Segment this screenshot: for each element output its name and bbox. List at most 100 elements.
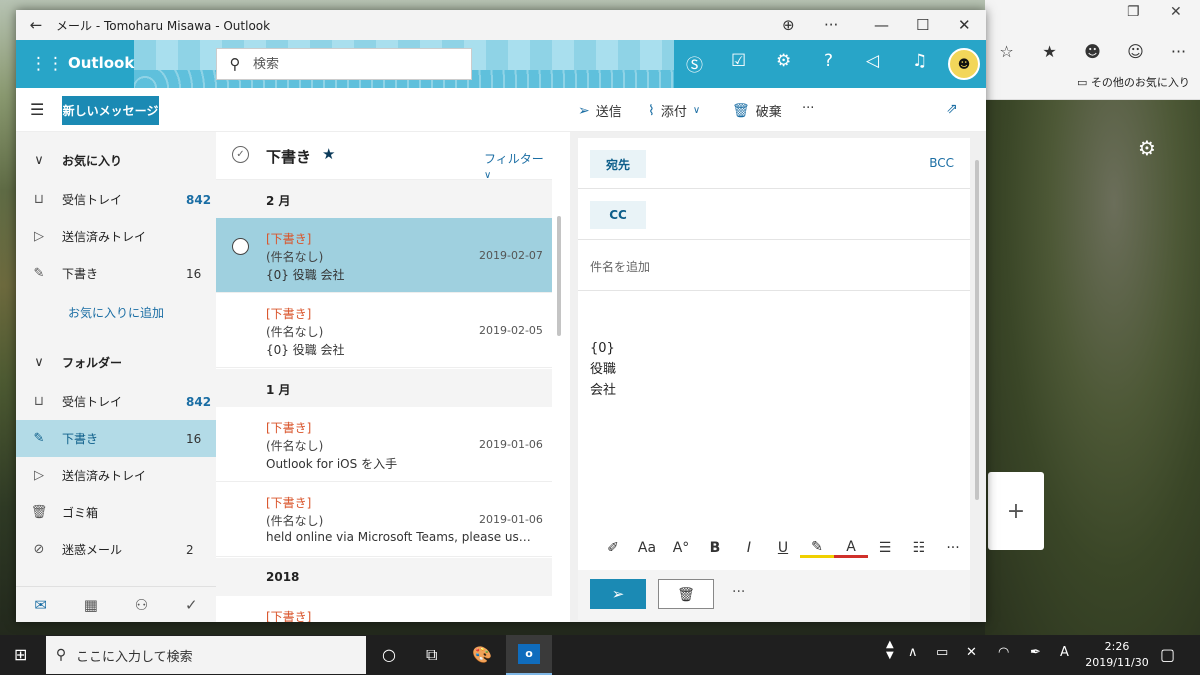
favorites-section[interactable]: ∨ お気に入り <box>16 142 216 179</box>
bell-icon[interactable]: ♫ <box>912 51 927 71</box>
outlook-taskbar-button[interactable]: o <box>506 635 552 675</box>
more-icon[interactable]: ··· <box>1157 42 1200 61</box>
list-item[interactable]: [下書き] (件名なし) 2019-02-05 {0} 役職 会社 <box>216 293 552 368</box>
highlight-icon[interactable]: ✎ <box>800 539 834 558</box>
send-button[interactable]: ➢ <box>590 579 646 609</box>
to-button[interactable]: 宛先 <box>590 150 646 178</box>
message-date: 2019-02-07 <box>479 249 543 262</box>
star-icon[interactable]: ★ <box>322 145 335 163</box>
sidebar-item-drafts[interactable]: ✎ 下書き 16 <box>16 420 216 457</box>
sidebar-item-trash[interactable]: 🗑 ゴミ箱 <box>16 494 216 531</box>
list-item[interactable]: [下書き] <box>216 596 552 622</box>
restore-icon[interactable]: ❐ <box>1127 4 1140 20</box>
sidebar-item-label: 迷惑メール <box>62 543 123 557</box>
todo-check-icon[interactable]: ✓ <box>185 596 198 614</box>
message-body[interactable]: {0} 役職 会社 <box>590 338 616 401</box>
bold-icon[interactable]: B <box>698 540 732 556</box>
search-box[interactable]: ⚲ <box>216 48 472 80</box>
sidebar-item-fav-drafts[interactable]: ✎ 下書き 16 <box>16 255 216 292</box>
ime-mode-icon[interactable]: A <box>1060 645 1069 660</box>
show-hidden-icons-icon[interactable]: ∧ <box>908 645 918 660</box>
avatar[interactable]: ☻ <box>948 48 980 80</box>
font-color-icon[interactable]: A <box>834 539 868 558</box>
paint-app-icon[interactable]: 🎨 <box>472 645 492 664</box>
gear-icon[interactable]: ⚙ <box>1138 136 1156 160</box>
popout-icon[interactable]: ⇗ <box>946 101 958 117</box>
people-icon[interactable]: ⚇ <box>135 596 148 614</box>
sidebar-item-sent[interactable]: ▷ 送信済みトレイ <box>16 457 216 494</box>
paperclip-icon: ⌇ <box>648 102 655 119</box>
subject-row[interactable]: 件名を追加 <box>578 240 970 291</box>
emoji-feedback-icon[interactable]: ☺ <box>1114 42 1157 61</box>
zoom-icon[interactable]: ⊕ <box>782 16 795 34</box>
app-launcher-icon[interactable]: ⋮⋮ <box>30 54 64 74</box>
item-count: 16 <box>186 266 202 281</box>
bcc-link[interactable]: BCC <box>929 156 954 170</box>
profile-avatar-icon[interactable]: ☻ <box>1071 42 1114 61</box>
folders-section[interactable]: ∨ フォルダー <box>16 344 216 381</box>
close-icon[interactable]: ✕ <box>1170 4 1182 20</box>
minimize-icon[interactable]: — <box>874 16 889 34</box>
font-size-icon[interactable]: Aa <box>630 540 664 556</box>
list-scrollbar[interactable] <box>557 216 561 336</box>
format-painter-icon[interactable]: ✐ <box>596 540 630 556</box>
more-format-icon[interactable]: ··· <box>936 540 970 556</box>
sidebar-item-inbox[interactable]: ⊔ 受信トレイ 842 <box>16 383 216 420</box>
pen-icon[interactable]: ✒ <box>1030 645 1041 660</box>
cortana-icon[interactable]: ○ <box>382 645 396 664</box>
more-actions-icon[interactable]: ··· <box>802 101 814 116</box>
numbered-list-icon[interactable]: ☷ <box>902 540 936 556</box>
underline-icon[interactable]: U <box>766 540 800 556</box>
battery-icon[interactable]: ▭ <box>936 645 948 660</box>
taskbar-scroll-arrows-icon[interactable]: ▲ ▼ <box>886 639 894 661</box>
sidebar-item-fav-sent[interactable]: ▷ 送信済みトレイ <box>16 218 216 255</box>
back-arrow-icon[interactable]: ← <box>16 16 56 34</box>
superscript-icon[interactable]: A° <box>664 540 698 556</box>
sidebar-item-junk[interactable]: ⊘ 迷惑メール 2 <box>16 531 216 568</box>
search-input[interactable] <box>253 56 453 72</box>
favorites-bar-folder[interactable]: ▭ その他のお気に入り <box>1077 74 1190 90</box>
more-icon[interactable]: ··· <box>824 16 838 34</box>
attach-action[interactable]: ⌇ 添付 ∨ <box>648 101 700 121</box>
add-favorite-link[interactable]: お気に入りに追加 <box>68 304 164 321</box>
select-all-checkbox[interactable]: ✓ <box>232 146 249 163</box>
announcement-icon[interactable]: ◁ <box>866 51 879 71</box>
settings-icon[interactable]: ⚙ <box>776 51 791 71</box>
send-action[interactable]: ➢ 送信 <box>578 101 622 121</box>
notification-center-icon[interactable]: ▢ <box>1160 645 1175 664</box>
discard-button[interactable]: 🗑 <box>658 579 714 609</box>
hamburger-menu-icon[interactable]: ☰ <box>30 100 44 119</box>
mail-icon[interactable]: ✉ <box>34 596 47 614</box>
calendar-icon[interactable]: ▦ <box>84 596 98 614</box>
new-message-button[interactable]: 新しいメッセージ <box>62 96 159 125</box>
compose-scrollbar[interactable] <box>975 160 979 500</box>
bullet-list-icon[interactable]: ☰ <box>868 540 902 556</box>
maximize-icon[interactable]: ☐ <box>916 16 929 34</box>
windows-start-icon[interactable]: ⊞ <box>14 645 27 664</box>
more-icon[interactable]: ··· <box>732 584 745 600</box>
cc-button[interactable]: CC <box>590 201 646 229</box>
list-item[interactable]: [下書き] (件名なし) 2019-01-06 held online via … <box>216 482 552 557</box>
favorites-list-icon[interactable]: ★ <box>1028 42 1071 61</box>
subject-input[interactable]: 件名を追加 <box>590 258 650 275</box>
list-item[interactable]: [下書き] (件名なし) 2019-02-07 {0} 役職 会社 <box>216 218 552 293</box>
skype-icon[interactable]: Ⓢ <box>686 51 703 76</box>
list-item[interactable]: [下書き] (件名なし) 2019-01-06 Outlook for iOS … <box>216 407 552 482</box>
close-icon[interactable]: ✕ <box>958 16 971 34</box>
filter-dropdown[interactable]: フィルター ∨ <box>484 150 552 181</box>
sidebar-item-fav-inbox[interactable]: ⊔ 受信トレイ 842 <box>16 181 216 218</box>
add-tile-button[interactable]: + <box>988 472 1044 550</box>
select-radio[interactable] <box>232 238 249 255</box>
wifi-icon[interactable]: ◠ <box>998 645 1009 660</box>
volume-muted-icon[interactable]: ✕ <box>966 645 977 660</box>
discard-label: 破棄 <box>755 105 782 120</box>
taskbar-search[interactable]: ⚲ ここに入力して検索 <box>46 636 366 674</box>
todo-icon[interactable]: ☑ <box>731 51 746 71</box>
italic-icon[interactable]: I <box>732 540 766 556</box>
discard-action[interactable]: 🗑 破棄 <box>732 101 782 121</box>
favorite-star-icon[interactable]: ☆ <box>985 42 1028 61</box>
taskbar-clock[interactable]: 2:26 2019/11/30 <box>1082 639 1152 671</box>
clock-time: 2:26 <box>1104 640 1130 653</box>
task-view-icon[interactable]: ⧉ <box>426 645 437 665</box>
help-icon[interactable]: ? <box>824 51 833 71</box>
